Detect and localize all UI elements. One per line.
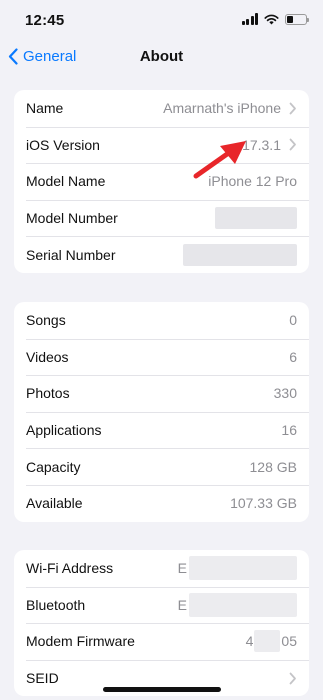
redacted-value (183, 243, 297, 266)
value-prefix: 4 (245, 633, 254, 650)
row-value: 4 05 (245, 630, 297, 653)
redacted-value (254, 630, 281, 653)
row-serial-number[interactable]: Serial Number (14, 236, 309, 273)
navigation-bar: General About (0, 40, 323, 76)
battery-icon (285, 13, 309, 25)
row-value: 330 (273, 385, 297, 402)
row-label: Capacity (26, 458, 81, 475)
row-value: 16 (281, 422, 297, 439)
home-indicator[interactable] (103, 687, 221, 692)
row-videos: Videos 6 (14, 338, 309, 376)
row-photos: Photos 330 (14, 375, 309, 412)
status-bar: 12:45 (0, 0, 323, 40)
row-value: 6 (289, 348, 297, 365)
row-ios-version[interactable]: iOS Version 17.3.1 (14, 126, 309, 164)
row-value (183, 243, 297, 266)
redacted-value (215, 207, 297, 230)
row-modem-firmware[interactable]: Modem Firmware 4 05 (14, 623, 309, 660)
page-title: About (139, 48, 184, 65)
cellular-signal-icon (241, 13, 258, 25)
row-value: Amarnath's iPhone (163, 100, 281, 117)
row-label: Wi-Fi Address (26, 560, 114, 577)
row-songs: Songs 0 (14, 302, 309, 339)
row-available: Available 107.33 GB (14, 484, 309, 522)
chevron-right-icon (289, 138, 296, 151)
annotation-arrow-icon (193, 141, 246, 179)
row-label: Model Number (26, 210, 118, 227)
chevron-right-icon (289, 102, 296, 115)
row-applications: Applications 16 (14, 411, 309, 449)
redacted-value (189, 556, 297, 581)
redacted-value (189, 592, 297, 617)
status-icons (241, 13, 309, 25)
status-time: 12:45 (25, 12, 65, 29)
chevron-right-icon (289, 672, 296, 684)
row-model-number[interactable]: Model Number (14, 199, 309, 237)
row-value: 0 (289, 312, 297, 329)
value-prefix: E (177, 560, 187, 577)
row-model-name: Model Name iPhone 12 Pro (14, 163, 309, 200)
battery-level (287, 15, 293, 23)
about-info-group: Name Amarnath's iPhone iOS Version 17.3.… (14, 90, 309, 273)
row-label: Model Name (26, 173, 106, 190)
row-label: iOS Version (26, 136, 100, 153)
row-value: 107.33 GB (230, 495, 297, 512)
row-label: Available (26, 495, 83, 512)
network-info-group: Wi-Fi Address E Bluetooth E Modem Firmwa… (14, 550, 309, 697)
row-bluetooth[interactable]: Bluetooth E (14, 586, 309, 624)
value-prefix: E (177, 596, 187, 613)
row-label: Name (26, 100, 64, 117)
wifi-icon (264, 14, 279, 24)
about-screen: 12:45 General About Name Amarnath's iPho… (0, 0, 323, 700)
row-value: 128 GB (249, 458, 297, 475)
row-label: Videos (26, 348, 69, 365)
row-name[interactable]: Name Amarnath's iPhone (14, 90, 309, 127)
row-value (215, 207, 297, 230)
row-label: Applications (26, 422, 102, 439)
row-label: Songs (26, 312, 66, 329)
row-label: Modem Firmware (26, 633, 135, 650)
row-capacity: Capacity 128 GB (14, 448, 309, 485)
row-value: E (177, 592, 297, 617)
row-label: Serial Number (26, 246, 116, 263)
row-label: Bluetooth (26, 596, 86, 613)
media-storage-group: Songs 0 Videos 6 Photos 330 Applications… (14, 302, 309, 522)
row-label: Photos (26, 385, 70, 402)
row-value: E (177, 556, 297, 581)
row-wifi-address[interactable]: Wi-Fi Address E (14, 550, 309, 587)
value-suffix: 05 (281, 633, 297, 650)
row-label: SEID (26, 670, 59, 687)
